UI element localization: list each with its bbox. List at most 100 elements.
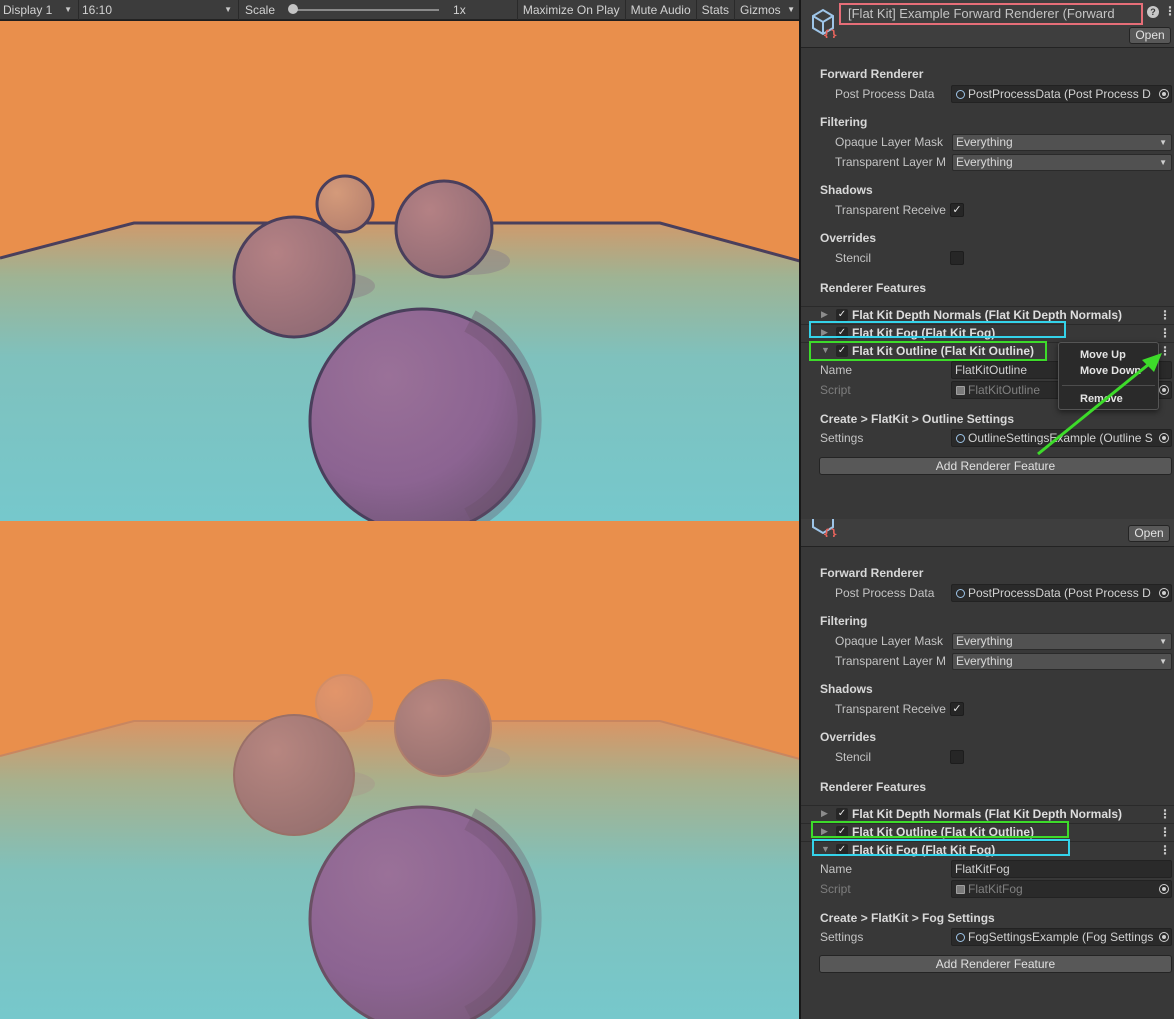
- script-value: FlatKitOutline: [968, 383, 1041, 397]
- open-button[interactable]: Open: [1128, 525, 1170, 542]
- chevron-down-icon: ▼: [1159, 657, 1167, 666]
- section-shadows: Shadows: [820, 183, 873, 197]
- stats-button[interactable]: Stats: [695, 0, 734, 20]
- section-settings-header: Create > FlatKit > Outline Settings: [820, 412, 1015, 426]
- renderer-feature-row[interactable]: ▶ ✓ Flat Kit Depth Normals (Flat Kit Dep…: [801, 805, 1174, 823]
- object-picker-icon: [1159, 385, 1169, 395]
- remove-menu-item[interactable]: Remove: [1080, 393, 1123, 405]
- foldout-arrow-icon[interactable]: ▼: [821, 844, 830, 854]
- inspector-panel-bottom: {} Open Forward Renderer Post Process Da…: [801, 519, 1174, 1019]
- asset-icon: [956, 434, 965, 443]
- settings-field[interactable]: FogSettingsExample (Fog Settings: [951, 928, 1172, 946]
- section-overrides: Overrides: [820, 231, 877, 245]
- asset-icon: [956, 90, 965, 99]
- scriptable-object-icon: {}: [812, 519, 837, 537]
- move-down-menu-item[interactable]: Move Down: [1080, 365, 1141, 377]
- feature-enabled-checkbox[interactable]: ✓: [836, 309, 848, 321]
- aspect-dropdown[interactable]: 16:10 ▼: [79, 0, 239, 20]
- scene-render-fog[interactable]: [0, 521, 800, 1019]
- transparent-layer-dropdown[interactable]: Everything ▼: [952, 154, 1172, 171]
- section-shadows: Shadows: [820, 682, 873, 696]
- renderer-feature-row[interactable]: ▶ ✓ Flat Kit Outline (Flat Kit Outline) …: [801, 823, 1174, 841]
- help-icon[interactable]: ?: [1147, 6, 1159, 18]
- aspect-label: 16:10: [82, 2, 113, 17]
- post-process-field[interactable]: PostProcessData (Post Process D: [951, 584, 1172, 602]
- foldout-arrow-icon[interactable]: ▼: [821, 345, 830, 355]
- foldout-arrow-icon[interactable]: ▶: [821, 808, 828, 819]
- section-filtering: Filtering: [820, 115, 868, 129]
- foldout-arrow-icon[interactable]: ▶: [821, 309, 828, 320]
- feature-enabled-checkbox[interactable]: ✓: [836, 345, 848, 357]
- add-renderer-feature-button[interactable]: Add Renderer Feature: [819, 955, 1172, 973]
- opaque-layer-dropdown[interactable]: Everything ▼: [952, 134, 1172, 151]
- stencil-checkbox[interactable]: [950, 750, 964, 764]
- kebab-menu-icon[interactable]: ⋮: [1159, 325, 1171, 341]
- transparent-layer-dropdown[interactable]: Everything ▼: [952, 653, 1172, 670]
- feature-name: Flat Kit Outline (Flat Kit Outline): [852, 344, 1034, 358]
- foldout-arrow-icon[interactable]: ▶: [821, 826, 828, 837]
- scene-render-outline[interactable]: [0, 21, 800, 521]
- scale-slider-knob[interactable]: [288, 3, 299, 14]
- display-dropdown[interactable]: Display 1 ▼: [0, 0, 79, 20]
- open-button[interactable]: Open: [1129, 27, 1171, 44]
- feature-enabled-checkbox[interactable]: ✓: [836, 327, 848, 339]
- post-process-field[interactable]: PostProcessData (Post Process D: [951, 85, 1172, 103]
- foldout-arrow-icon[interactable]: ▶: [821, 327, 828, 338]
- kebab-menu-icon[interactable]: ⋮: [1159, 307, 1171, 323]
- feature-enabled-checkbox[interactable]: ✓: [836, 826, 848, 838]
- scene-canvas: [0, 21, 800, 521]
- feature-name: Flat Kit Depth Normals (Flat Kit Depth N…: [852, 308, 1123, 322]
- renderer-feature-row[interactable]: ▶ ✓ Flat Kit Fog (Flat Kit Fog) ⋮: [801, 324, 1174, 342]
- settings-label: Settings: [820, 930, 864, 944]
- feature-enabled-checkbox[interactable]: ✓: [836, 808, 848, 820]
- chevron-down-icon: ▼: [1159, 158, 1167, 167]
- transparent-receive-checkbox[interactable]: ✓: [950, 702, 964, 716]
- display-label: Display 1: [3, 2, 53, 17]
- feature-enabled-checkbox[interactable]: ✓: [836, 844, 848, 856]
- asset-icon: [956, 589, 965, 598]
- settings-value: OutlineSettingsExample (Outline S: [968, 431, 1153, 445]
- transparent-receive-label: Transparent Receive: [835, 203, 946, 217]
- scale-slider[interactable]: [288, 3, 440, 14]
- script-value: FlatKitFog: [968, 882, 1023, 896]
- object-picker-icon[interactable]: [1159, 89, 1169, 99]
- section-overrides: Overrides: [820, 730, 877, 744]
- feature-context-menu: Move Up Move Down Remove: [1058, 342, 1159, 410]
- object-picker-icon[interactable]: [1159, 588, 1169, 598]
- section-renderer-features: Renderer Features: [820, 281, 927, 295]
- asset-title: [Flat Kit] Example Forward Renderer (For…: [839, 3, 1143, 25]
- chevron-down-icon: ▼: [787, 5, 795, 14]
- scene-canvas: [0, 521, 800, 1019]
- chevron-down-icon: ▼: [64, 5, 72, 14]
- opaque-layer-label: Opaque Layer Mask: [835, 634, 944, 648]
- scale-label: Scale: [245, 2, 276, 17]
- opaque-layer-label: Opaque Layer Mask: [835, 135, 944, 149]
- mute-audio-button[interactable]: Mute Audio: [624, 0, 696, 20]
- stencil-checkbox[interactable]: [950, 251, 964, 265]
- chevron-down-icon: ▼: [1159, 138, 1167, 147]
- name-label: Name: [820, 363, 853, 377]
- add-renderer-feature-button[interactable]: Add Renderer Feature: [819, 457, 1172, 475]
- transparent-layer-label: Transparent Layer M: [835, 155, 946, 169]
- renderer-feature-row[interactable]: ▼ ✓ Flat Kit Fog (Flat Kit Fog) ⋮: [801, 841, 1174, 859]
- settings-value: FogSettingsExample (Fog Settings: [968, 930, 1154, 944]
- kebab-menu-icon[interactable]: ⋮: [1159, 343, 1171, 359]
- kebab-menu-icon[interactable]: ⋮: [1159, 806, 1171, 822]
- transparent-receive-checkbox[interactable]: ✓: [950, 203, 964, 217]
- renderer-feature-row[interactable]: ▶ ✓ Flat Kit Depth Normals (Flat Kit Dep…: [801, 306, 1174, 324]
- name-field[interactable]: FlatKitFog: [951, 860, 1172, 878]
- gizmos-label: Gizmos: [740, 2, 781, 17]
- object-picker-icon[interactable]: [1159, 932, 1169, 942]
- kebab-menu-icon[interactable]: ⋮: [1164, 3, 1174, 19]
- gizmos-dropdown[interactable]: Gizmos ▼: [734, 0, 800, 20]
- move-up-menu-item[interactable]: Move Up: [1080, 349, 1126, 361]
- settings-field[interactable]: OutlineSettingsExample (Outline S: [951, 429, 1172, 447]
- maximize-on-play-button[interactable]: Maximize On Play: [516, 0, 625, 20]
- object-picker-icon[interactable]: [1159, 433, 1169, 443]
- scale-value: 1x: [453, 2, 466, 17]
- opaque-layer-dropdown[interactable]: Everything ▼: [952, 633, 1172, 650]
- object-picker-icon: [1159, 884, 1169, 894]
- kebab-menu-icon[interactable]: ⋮: [1159, 842, 1171, 858]
- kebab-menu-icon[interactable]: ⋮: [1159, 824, 1171, 840]
- section-forward-renderer: Forward Renderer: [820, 566, 924, 580]
